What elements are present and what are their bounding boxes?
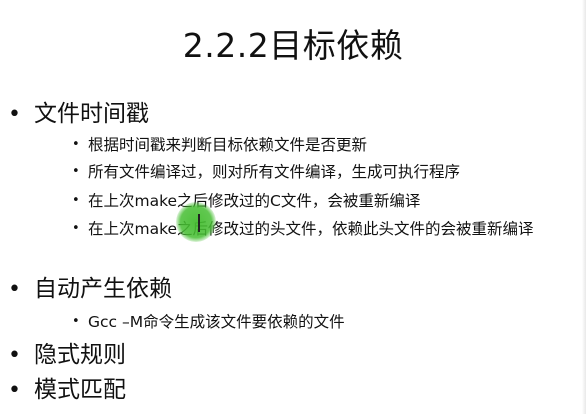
bullet-icon: • [72, 221, 80, 236]
list-item-text: Gcc –M命令生成该文件要依赖的文件 [88, 313, 345, 331]
bullet-icon: • [8, 343, 21, 368]
bullet-icon: • [72, 193, 80, 208]
text-cursor-icon [198, 214, 200, 232]
section-label: 模式匹配 [34, 377, 126, 403]
section-implicit-rules: • 隐式规则 [8, 340, 126, 371]
list-item: • Gcc –M命令生成该文件要依赖的文件 [72, 311, 572, 333]
list-item-text: 在上次make之后修改过的头文件，依赖此头文件的会被重新编译 [88, 220, 534, 238]
section-pattern-matching: • 模式匹配 [8, 375, 126, 406]
list-item-text: 所有文件编译过，则对所有文件编译，生成可执行程序 [88, 163, 461, 181]
slide-title: 2.2.2目标依赖 [182, 26, 404, 65]
section-label: 隐式规则 [34, 342, 126, 368]
list-item: • 所有文件编译过，则对所有文件编译，生成可执行程序 [72, 161, 572, 183]
bullet-icon: • [72, 137, 80, 152]
bullet-icon: • [72, 314, 80, 329]
list-item: • 在上次make之后修改过的C文件，会被重新编译 [72, 190, 572, 212]
section-label: 文件时间戳 [34, 101, 149, 127]
bullet-icon: • [8, 102, 21, 127]
pointer-highlight-icon [176, 202, 216, 242]
bullet-icon: • [8, 277, 21, 302]
section-label: 自动产生依赖 [34, 276, 172, 302]
bullet-icon: • [8, 378, 21, 403]
slide-edge [582, 0, 586, 414]
bullet-icon: • [72, 164, 80, 179]
list-item: • 在上次make之后修改过的头文件，依赖此头文件的会被重新编译 [72, 218, 558, 240]
list-item-text: 在上次make之后修改过的C文件，会被重新编译 [88, 192, 421, 210]
list-item-text: 根据时间戳来判断目标依赖文件是否更新 [88, 136, 368, 154]
section-file-timestamp: • 文件时间戳 [8, 99, 149, 130]
list-item: • 根据时间戳来判断目标依赖文件是否更新 [72, 134, 572, 156]
section-auto-dependency: • 自动产生依赖 [8, 274, 172, 305]
slide: 2.2.2目标依赖 • 文件时间戳 • 根据时间戳来判断目标依赖文件是否更新 • … [0, 0, 586, 414]
